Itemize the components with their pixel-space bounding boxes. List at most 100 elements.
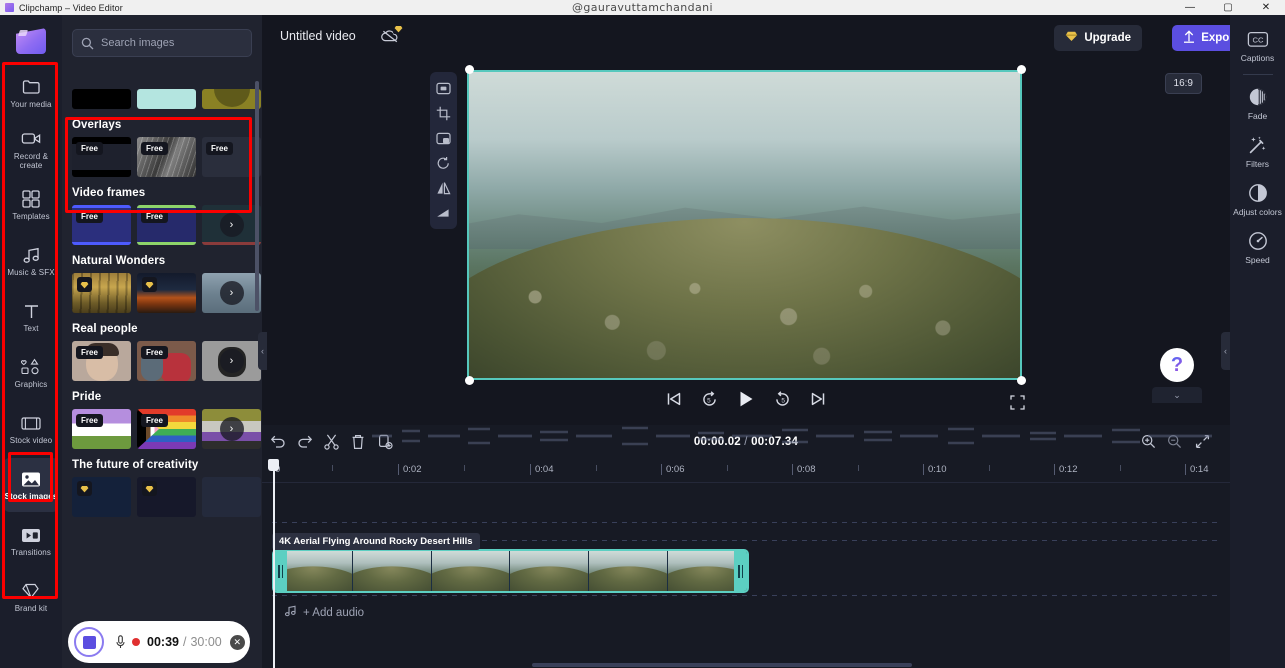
sidebar-item-your-media[interactable]: Your media: [4, 66, 58, 120]
thumbnail-row-future-of-creativity: [72, 477, 261, 517]
undo-icon[interactable]: [270, 434, 286, 453]
thumbnail-row-real-people: Free Free ›: [72, 341, 261, 381]
sidebar-item-stock-video[interactable]: Stock video: [4, 402, 58, 456]
sidebar-item-transitions[interactable]: Transitions: [4, 514, 58, 568]
ruler-label: 0:04: [535, 464, 554, 475]
premium-badge-icon: [77, 277, 92, 292]
thumbnail-item-more[interactable]: ›: [202, 409, 261, 449]
thumbnail-item-more[interactable]: ›: [202, 205, 261, 245]
timeline-playhead[interactable]: [268, 459, 279, 471]
thumbnail-row-overlays: Free Free Free: [72, 137, 261, 177]
sidebar-item-label: Brand kit: [14, 604, 48, 613]
thumbnail-item[interactable]: Free: [137, 137, 196, 177]
rewind-5-icon[interactable]: 5: [702, 391, 718, 407]
crop-icon[interactable]: [433, 102, 455, 124]
collapse-right-panel-button[interactable]: ‹: [1221, 332, 1230, 370]
fullscreen-icon[interactable]: [1010, 395, 1025, 415]
audio-waveform: [372, 426, 1212, 446]
sidebar-item-graphics[interactable]: Graphics: [4, 346, 58, 400]
free-badge: Free: [141, 210, 168, 223]
thumbnail-item[interactable]: Free: [72, 137, 131, 177]
right-tool-adjust-colors[interactable]: Adjust colors: [1233, 175, 1283, 223]
thumbnail-item[interactable]: Free: [72, 409, 131, 449]
resize-handle-top-left[interactable]: [465, 65, 474, 74]
skip-to-start-icon[interactable]: [667, 392, 682, 406]
search-icon: [81, 37, 94, 50]
picture-in-picture-icon[interactable]: [433, 127, 455, 149]
brand-kit-icon: [21, 581, 41, 601]
playback-controls: 5 5: [262, 386, 1230, 422]
panel-scroll-area[interactable]: Overlays Free Free Free Video frames Fre…: [62, 67, 262, 668]
resize-handle-bottom-right[interactable]: [1017, 376, 1026, 385]
project-title[interactable]: Untitled video: [280, 29, 356, 43]
thumbnail-item[interactable]: [72, 477, 131, 517]
thumbnail-item[interactable]: Free: [137, 409, 196, 449]
right-tool-captions[interactable]: CC Captions: [1233, 21, 1283, 69]
delete-icon[interactable]: [351, 434, 365, 455]
resize-handle-bottom-left[interactable]: [465, 376, 474, 385]
thumbnail-item[interactable]: [72, 273, 131, 313]
aspect-ratio-badge[interactable]: 16:9: [1164, 73, 1202, 94]
maximize-button[interactable]: ▢: [1209, 0, 1247, 15]
play-icon[interactable]: [738, 390, 755, 408]
upgrade-button[interactable]: Upgrade: [1054, 25, 1142, 51]
recording-separator: /: [182, 635, 187, 649]
thumbnail-item[interactable]: [137, 89, 196, 109]
split-icon[interactable]: [324, 434, 339, 455]
sidebar-item-templates[interactable]: Templates: [4, 178, 58, 232]
skew-icon[interactable]: [433, 202, 455, 224]
fit-to-screen-icon[interactable]: [433, 77, 455, 99]
thumbnail-item[interactable]: Free: [202, 137, 261, 177]
close-button[interactable]: ✕: [1247, 0, 1285, 15]
search-input[interactable]: Search images: [72, 29, 252, 57]
thumbnail-item[interactable]: Free: [137, 341, 196, 381]
stop-recording-button[interactable]: [74, 627, 104, 657]
sidebar-item-music-sfx[interactable]: Music & SFX: [4, 234, 58, 288]
sidebar-item-stock-images[interactable]: Stock images: [4, 458, 58, 512]
text-icon: [23, 301, 40, 321]
sidebar-item-label: Music & SFX: [7, 268, 55, 277]
thumbnail-item-more[interactable]: ›: [202, 341, 261, 381]
thumbnail-item[interactable]: Free: [137, 205, 196, 245]
thumbnail-item[interactable]: [137, 477, 196, 517]
panel-scrollbar[interactable]: [255, 81, 259, 311]
recording-widget: 00:39 / 30:00 ✕: [68, 621, 250, 663]
ruler-tick: [398, 464, 399, 475]
help-button[interactable]: ?: [1160, 348, 1194, 382]
sidebar-item-brand-kit[interactable]: Brand kit: [4, 570, 58, 624]
redo-icon[interactable]: [297, 434, 313, 453]
timeline-ruler[interactable]: 0 0:02 0:04 0:06 0:08 0:10 0:12 0:14: [262, 459, 1230, 483]
sidebar-item-text[interactable]: Text: [4, 290, 58, 344]
minimize-button[interactable]: —: [1171, 0, 1209, 15]
resize-handle-top-right[interactable]: [1017, 65, 1026, 74]
sidebar-item-record-create[interactable]: Record & create: [4, 122, 58, 176]
expand-tools-chevron[interactable]: ⌄: [1152, 387, 1202, 403]
right-tool-speed[interactable]: Speed: [1233, 223, 1283, 271]
section-title-pride: Pride: [72, 391, 102, 403]
thumbnail-item[interactable]: [137, 273, 196, 313]
timeline-horizontal-scrollbar[interactable]: [532, 663, 912, 667]
add-audio-track[interactable]: + Add audio: [284, 605, 364, 620]
thumbnail-item-more[interactable]: ›: [202, 273, 261, 313]
svg-text:5: 5: [781, 397, 785, 404]
video-preview[interactable]: [467, 70, 1022, 380]
close-recording-button[interactable]: ✕: [229, 634, 245, 650]
timeline-clip[interactable]: [272, 549, 749, 593]
thumbnail-item[interactable]: Free: [72, 205, 131, 245]
rotate-icon[interactable]: [433, 152, 455, 174]
clip-trim-handle-left[interactable]: [274, 551, 287, 591]
forward-5-icon[interactable]: 5: [775, 391, 791, 407]
skip-to-end-icon[interactable]: [811, 392, 826, 406]
thumbnail-item[interactable]: [202, 89, 261, 109]
thumbnail-item-more[interactable]: [202, 477, 261, 517]
help-label: ?: [1170, 353, 1184, 376]
section-title-overlays: Overlays: [72, 119, 122, 131]
collapse-panel-button[interactable]: ‹: [258, 332, 267, 370]
flip-horizontal-icon[interactable]: [433, 177, 455, 199]
chevron-right-icon: ›: [219, 213, 244, 237]
clip-trim-handle-right[interactable]: [734, 551, 747, 591]
right-tool-fade[interactable]: Fade: [1233, 79, 1283, 127]
right-tool-filters[interactable]: Filters: [1233, 127, 1283, 175]
thumbnail-item[interactable]: Free: [72, 341, 131, 381]
thumbnail-item[interactable]: [72, 89, 131, 109]
